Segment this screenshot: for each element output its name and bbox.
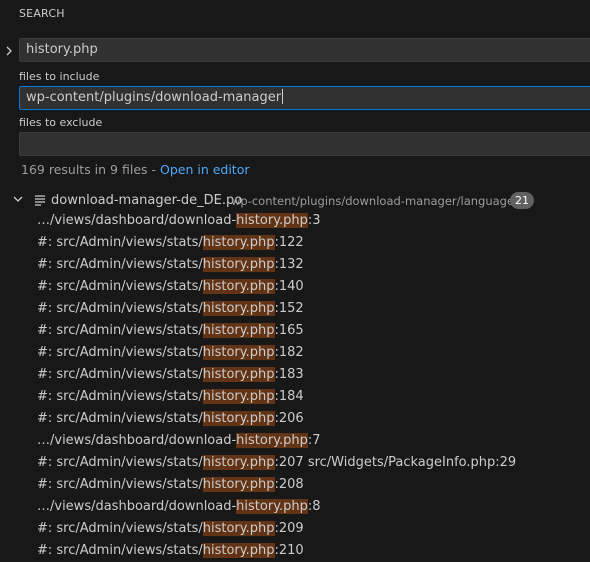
match-suffix: :209 [274,521,304,536]
file-result-row[interactable]: download-manager-de_DE.po wp-content/plu… [0,190,590,212]
match-highlight: history.php [202,543,275,558]
search-query-text: history.php [26,42,98,57]
match-suffix: :7 [307,433,321,448]
match-highlight: history.php [202,301,275,316]
match-suffix: :3 [307,213,321,228]
match-prefix: #: src/Admin/views/stats/ [37,345,203,360]
match-suffix: :152 [274,301,304,316]
match-highlight: history.php [202,389,275,404]
match-prefix: #: src/Admin/views/stats/ [37,543,203,558]
match-highlight: history.php [202,477,275,492]
match-row[interactable]: #: src/Admin/views/stats/history.php:207… [0,452,590,474]
match-highlight: history.php [202,279,275,294]
match-suffix: :183 [274,367,304,382]
exclude-label: files to exclude [19,116,103,129]
match-suffix: :210 [274,543,304,558]
match-row[interactable]: #: src/Admin/views/stats/history.php:183 [0,364,590,386]
match-suffix: :140 [274,279,304,294]
match-highlight: history.php [202,367,275,382]
match-highlight: history.php [202,235,275,250]
match-prefix: #: src/Admin/views/stats/ [37,301,203,316]
match-row[interactable]: #: src/Admin/views/stats/history.php:206 [0,408,590,430]
match-suffix: :208 [274,477,304,492]
search-panel-title: SEARCH [19,7,65,20]
match-highlight: history.php [202,521,275,536]
match-suffix: :207 src/Widgets/PackageInfo.php:29 [274,455,517,470]
match-prefix: #: src/Admin/views/stats/ [37,323,203,338]
results-count-text: 169 results in 9 files - [21,162,160,177]
chevron-down-icon[interactable] [12,193,24,205]
match-row[interactable]: #: src/Admin/views/stats/history.php:182 [0,342,590,364]
match-row[interactable]: #: src/Admin/views/stats/history.php:184 [0,386,590,408]
match-row[interactable]: …/views/dashboard/download-history.php:3 [0,210,590,232]
match-row[interactable]: #: src/Admin/views/stats/history.php:132 [0,254,590,276]
match-highlight: history.php [202,411,275,426]
match-row[interactable]: …/views/dashboard/download-history.php:7 [0,430,590,452]
files-to-exclude-input[interactable] [19,132,590,156]
file-lines-icon [35,194,45,206]
match-highlight: history.php [202,455,275,470]
match-row[interactable]: #: src/Admin/views/stats/history.php:165 [0,320,590,342]
match-highlight: history.php [236,499,308,514]
include-label: files to include [19,70,100,83]
match-prefix: …/views/dashboard/download- [37,499,237,514]
files-to-include-input[interactable]: wp-content/plugins/download-manager [19,86,590,110]
match-prefix: #: src/Admin/views/stats/ [37,477,203,492]
toggle-replace-chevron-icon[interactable] [4,44,16,58]
include-value-text: wp-content/plugins/download-manager [26,90,282,105]
search-input[interactable]: history.php [19,38,590,62]
match-list: …/views/dashboard/download-history.php:3… [0,210,590,562]
file-path: wp-content/plugins/download-manager/lang… [231,194,521,208]
match-suffix: :132 [274,257,304,272]
match-row[interactable]: #: src/Admin/views/stats/history.php:140 [0,276,590,298]
match-row[interactable]: …/views/dashboard/download-history.php:8 [0,496,590,518]
match-prefix: #: src/Admin/views/stats/ [37,411,203,426]
match-row[interactable]: #: src/Admin/views/stats/history.php:210 [0,540,590,562]
match-row[interactable]: #: src/Admin/views/stats/history.php:208 [0,474,590,496]
text-caret [282,89,284,104]
match-prefix: #: src/Admin/views/stats/ [37,521,203,536]
match-prefix: …/views/dashboard/download- [37,433,237,448]
match-suffix: :8 [307,499,321,514]
match-row[interactable]: #: src/Admin/views/stats/history.php:122 [0,232,590,254]
match-suffix: :182 [274,345,304,360]
match-highlight: history.php [236,433,308,448]
match-prefix: #: src/Admin/views/stats/ [37,257,203,272]
results-summary: 169 results in 9 files - Open in editor [21,162,250,177]
match-prefix: #: src/Admin/views/stats/ [37,389,203,404]
match-suffix: :122 [274,235,304,250]
match-highlight: history.php [202,345,275,360]
match-prefix: #: src/Admin/views/stats/ [37,279,203,294]
match-prefix: #: src/Admin/views/stats/ [37,235,203,250]
match-prefix: #: src/Admin/views/stats/ [37,367,203,382]
match-highlight: history.php [202,323,275,338]
match-row[interactable]: #: src/Admin/views/stats/history.php:152 [0,298,590,320]
match-prefix: …/views/dashboard/download- [37,213,237,228]
match-prefix: #: src/Admin/views/stats/ [37,455,203,470]
match-suffix: :206 [274,411,304,426]
match-highlight: history.php [236,213,308,228]
open-in-editor-link[interactable]: Open in editor [160,162,250,177]
match-highlight: history.php [202,257,275,272]
match-row[interactable]: #: src/Admin/views/stats/history.php:209 [0,518,590,540]
file-name: download-manager-de_DE.po [51,193,243,208]
match-suffix: :165 [274,323,304,338]
match-suffix: :184 [274,389,304,404]
match-count-badge: 21 [510,192,534,209]
